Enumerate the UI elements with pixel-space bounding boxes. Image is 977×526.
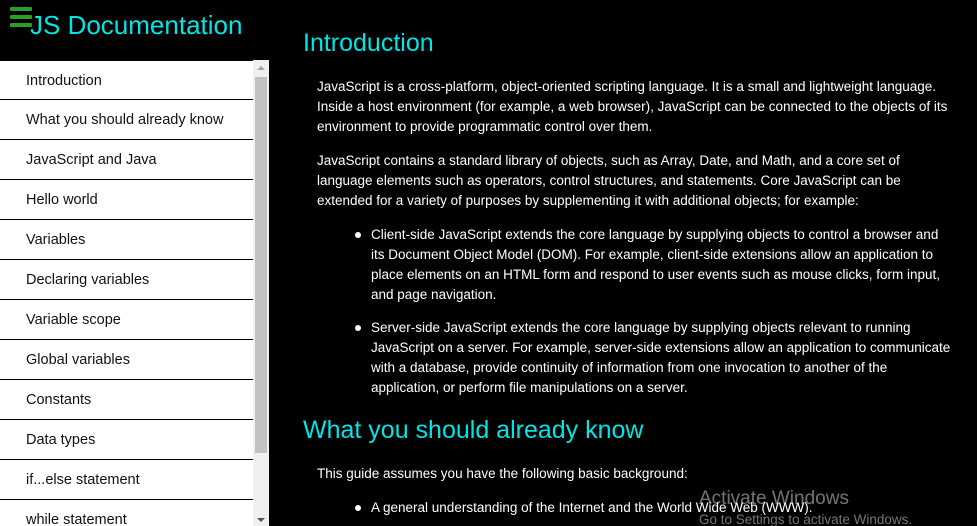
- sidebar: JS Documentation Introduction What you s…: [0, 0, 269, 526]
- list-item: A general understanding of the Internet …: [355, 498, 951, 518]
- list-item: Client-side JavaScript extends the core …: [355, 225, 951, 305]
- nav-item-variables[interactable]: Variables: [0, 220, 253, 260]
- nav-item-global-variables[interactable]: Global variables: [0, 340, 253, 380]
- nav-item-hello-world[interactable]: Hello world: [0, 180, 253, 220]
- paragraph: JavaScript contains a standard library o…: [317, 153, 901, 208]
- hamburger-bar: [10, 7, 32, 11]
- sidebar-title: JS Documentation: [30, 10, 243, 40]
- bullet-list: Client-side JavaScript extends the core …: [355, 225, 951, 305]
- paragraph: This guide assumes you have the followin…: [317, 466, 688, 481]
- scroll-down-arrow-icon[interactable]: [253, 514, 269, 526]
- list-item: Server-side JavaScript extends the core …: [355, 318, 951, 398]
- nav-item-data-types[interactable]: Data types: [0, 420, 253, 460]
- section-heading-what-you-should-already-know: What you should already know: [303, 416, 644, 444]
- nav-item-introduction[interactable]: Introduction: [0, 60, 253, 100]
- section-heading-introduction: Introduction: [303, 29, 434, 57]
- sidebar-header: JS Documentation: [0, 0, 269, 60]
- nav-item-javascript-and-java[interactable]: JavaScript and Java: [0, 140, 253, 180]
- hamburger-bar: [10, 15, 32, 19]
- nav-item-variable-scope[interactable]: Variable scope: [0, 300, 253, 340]
- scroll-up-arrow-icon[interactable]: [253, 60, 269, 76]
- nav-item-while-statement[interactable]: while statement: [0, 500, 253, 526]
- nav-item-what-you-should-already-know[interactable]: What you should already know: [0, 100, 253, 140]
- nav-item-if-else-statement[interactable]: if...else statement: [0, 460, 253, 500]
- hamburger-bar: [10, 23, 32, 27]
- bullet-list: A general understanding of the Internet …: [355, 498, 951, 518]
- main-content: Introduction JavaScript is a cross-platf…: [269, 0, 977, 526]
- nav-scrollbar[interactable]: [253, 60, 269, 526]
- scroll-thumb[interactable]: [255, 77, 267, 453]
- nav-item-declaring-variables[interactable]: Declaring variables: [0, 260, 253, 300]
- bullet-list: Server-side JavaScript extends the core …: [355, 318, 951, 398]
- nav-list: Introduction What you should already kno…: [0, 60, 253, 526]
- nav-item-constants[interactable]: Constants: [0, 380, 253, 420]
- page: JS Documentation Introduction What you s…: [0, 0, 977, 526]
- hamburger-menu-icon[interactable]: [10, 7, 32, 27]
- paragraph: JavaScript is a cross-platform, object-o…: [317, 79, 948, 134]
